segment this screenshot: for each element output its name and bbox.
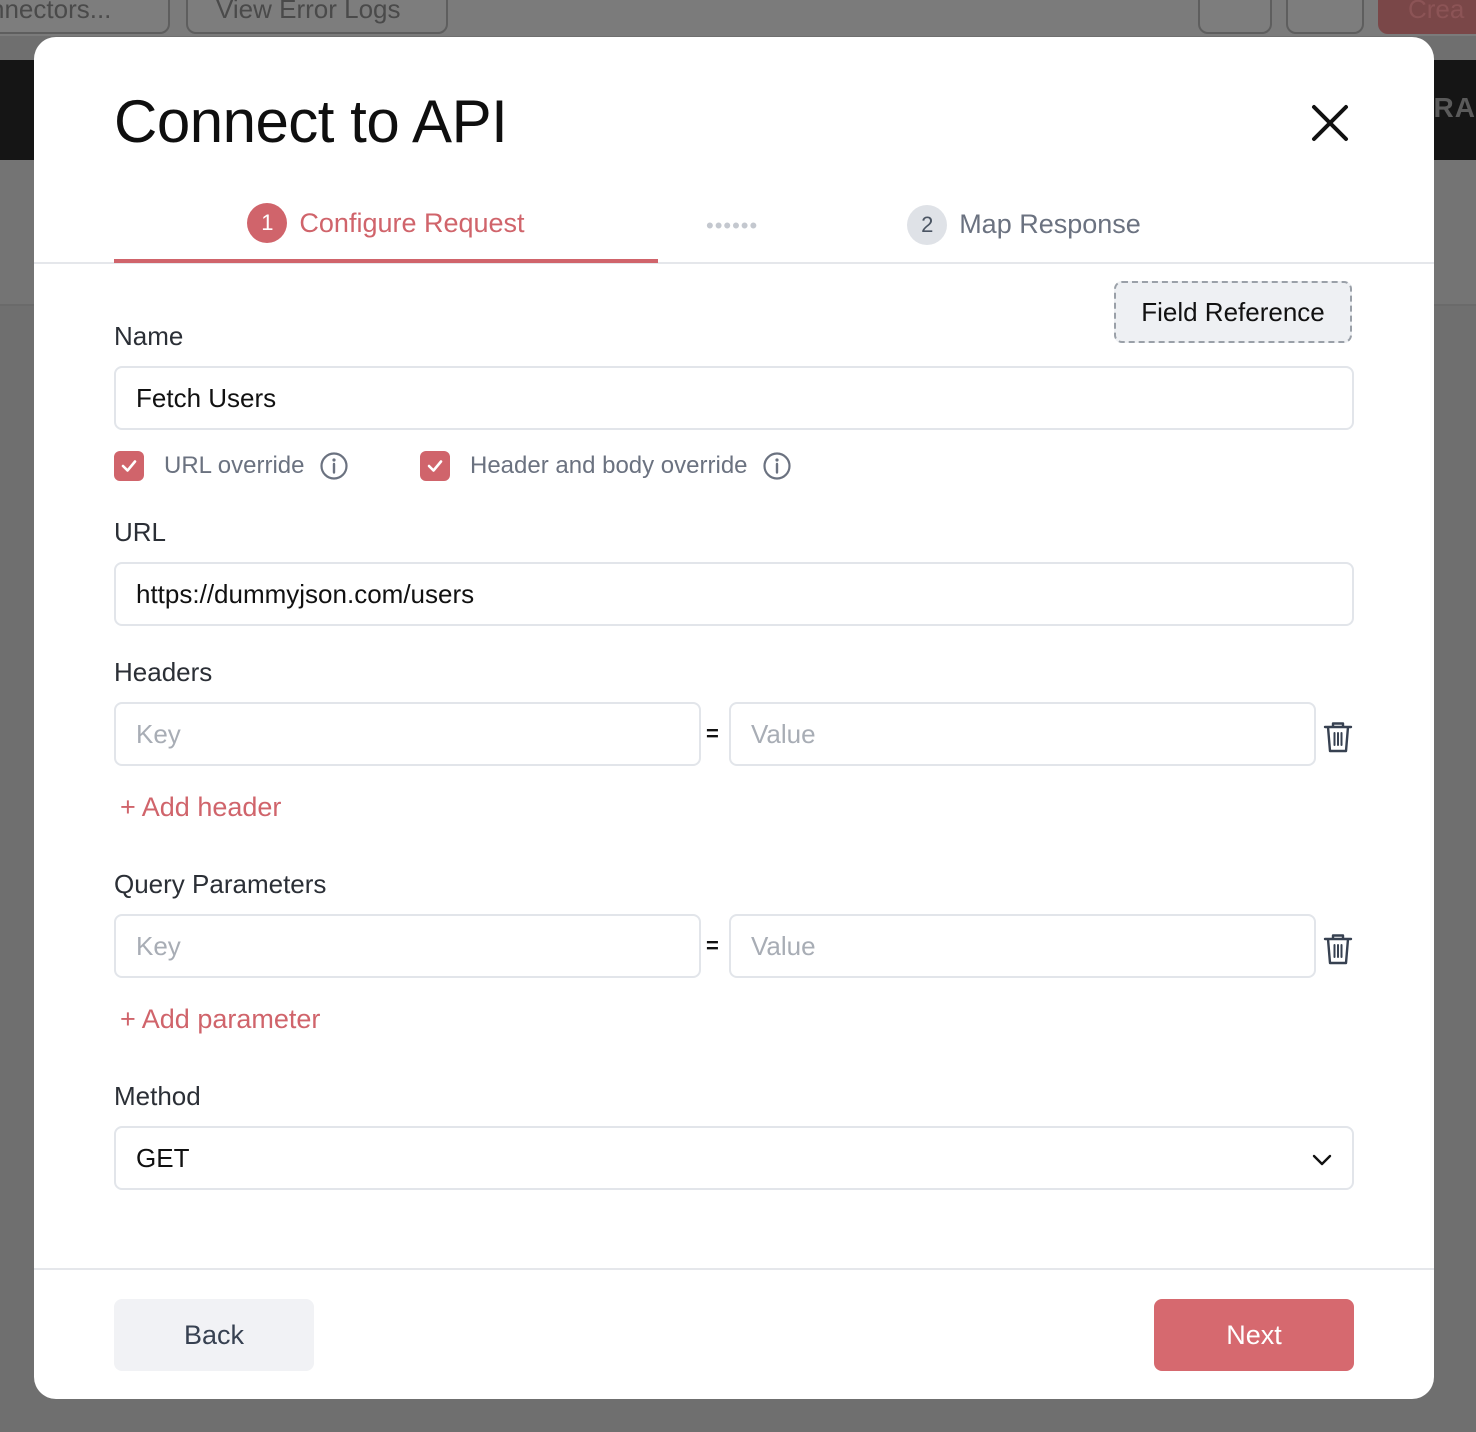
close-icon[interactable] [1310, 103, 1350, 143]
query-equals-sign: = [706, 933, 719, 958]
method-label: Method [114, 1081, 201, 1111]
url-label: URL [114, 517, 167, 547]
step-label: Configure Request [299, 207, 525, 238]
step-label: Map Response [959, 209, 1141, 239]
info-icon[interactable] [762, 451, 792, 481]
url-override-option: URL override [114, 451, 349, 481]
chevron-down-icon [1312, 1154, 1332, 1166]
stepper: 1 Configure Request •••••• 2 Map Respons… [34, 187, 1434, 264]
query-key-input[interactable]: Key [114, 914, 701, 978]
name-label: Name [114, 321, 184, 351]
background-connectors-button: nnectors... [0, 0, 170, 34]
header-equals-sign: = [706, 721, 719, 746]
query-value-placeholder: Value [751, 930, 816, 961]
field-reference-button[interactable]: Field Reference [1114, 281, 1352, 343]
background-create-button: Crea [1378, 0, 1476, 34]
modal-title: Connect to API [114, 88, 508, 155]
header-body-override-checkbox[interactable] [420, 451, 450, 481]
step-map-response[interactable]: 2 Map Response [854, 187, 1194, 262]
header-value-placeholder: Value [751, 718, 816, 749]
query-key-placeholder: Key [136, 930, 181, 961]
background-sort-icon [1198, 0, 1272, 34]
background-toolbar: nnectors... View Error Logs Crea [0, 0, 1476, 36]
header-body-override-option: Header and body override [420, 451, 792, 481]
add-header-link[interactable]: + Add header [120, 792, 281, 823]
header-key-input[interactable]: Key [114, 702, 701, 766]
step-number-badge: 2 [907, 204, 948, 245]
header-value-input[interactable]: Value [729, 702, 1316, 766]
url-override-checkbox[interactable] [114, 451, 144, 481]
add-parameter-link[interactable]: + Add parameter [120, 1004, 320, 1035]
back-button[interactable]: Back [114, 1299, 314, 1371]
next-button[interactable]: Next [1154, 1299, 1354, 1371]
background-header-text: RA [1433, 92, 1476, 123]
name-input-value: Fetch Users [136, 382, 277, 413]
delete-header-trash-icon[interactable] [1322, 720, 1354, 754]
connect-api-modal: Connect to API 1 Configure Request •••••… [34, 37, 1434, 1399]
step-number-badge: 1 [247, 203, 288, 243]
modal-footer: Back Next [34, 1268, 1434, 1399]
step-separator: •••••• [706, 213, 759, 238]
headers-label: Headers [114, 657, 213, 687]
background-view-error-logs-button: View Error Logs [186, 0, 448, 34]
header-body-override-label: Header and body override [470, 452, 748, 479]
url-override-label: URL override [164, 452, 305, 479]
delete-parameter-trash-icon[interactable] [1322, 932, 1354, 966]
url-input[interactable]: https://dummyjson.com/users [114, 562, 1354, 626]
step-configure-request[interactable]: 1 Configure Request [114, 187, 658, 263]
info-icon[interactable] [319, 451, 349, 481]
url-input-value: https://dummyjson.com/users [136, 578, 475, 609]
method-selected-value: GET [136, 1142, 190, 1173]
method-select[interactable]: GET [114, 1126, 1354, 1190]
background-filter-icon [1286, 0, 1364, 34]
name-input[interactable]: Fetch Users [114, 366, 1354, 430]
header-key-placeholder: Key [136, 718, 181, 749]
query-parameters-label: Query Parameters [114, 869, 327, 899]
query-value-input[interactable]: Value [729, 914, 1316, 978]
